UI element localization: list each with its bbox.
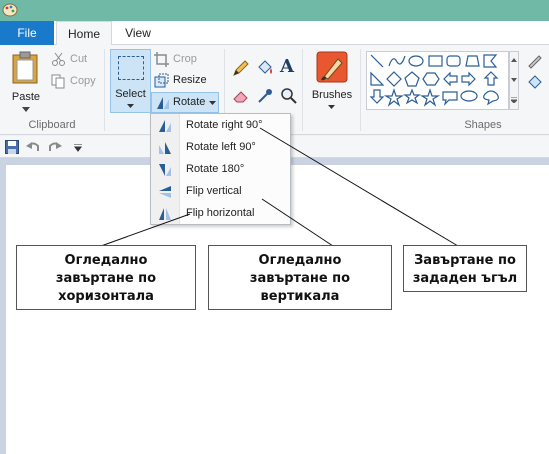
flip-vertical-icon xyxy=(159,186,171,198)
group-divider xyxy=(104,49,105,131)
save-icon[interactable] xyxy=(5,140,19,154)
menu-item-label: Flip horizontal xyxy=(186,207,255,219)
eraser-icon[interactable] xyxy=(232,87,250,105)
shapes-scrollbar[interactable] xyxy=(509,51,519,110)
copy-label: Copy xyxy=(70,75,96,87)
brushes-button[interactable]: Brushes xyxy=(308,49,356,113)
clipboard-group-label: Clipboard xyxy=(28,119,76,131)
flip-horizontal-icon xyxy=(159,208,171,220)
menu-item-rotate-left[interactable]: Rotate left 90° xyxy=(151,137,290,159)
select-label: Select xyxy=(115,88,146,100)
color-picker-icon[interactable] xyxy=(256,87,274,105)
tab-view[interactable]: View xyxy=(114,21,162,46)
rotate-180-icon xyxy=(159,164,171,176)
callout-rotate-angle: Завъртане по зададен ъгъл xyxy=(403,245,527,292)
chevron-up-icon xyxy=(511,58,517,62)
customize-toolbar-icon[interactable] xyxy=(74,144,82,152)
group-divider xyxy=(360,49,361,131)
menu-item-flip-horizontal[interactable]: Flip horizontal xyxy=(151,203,290,225)
menu-item-label: Rotate left 90° xyxy=(186,141,256,153)
rotate-icon xyxy=(157,97,169,109)
resize-label: Resize xyxy=(173,74,207,86)
clipboard-icon xyxy=(12,51,38,84)
brushes-label: Brushes xyxy=(311,89,353,101)
paste-button[interactable]: Paste xyxy=(6,49,46,115)
fill-bucket-icon[interactable] xyxy=(256,59,274,77)
menu-item-label: Rotate right 90° xyxy=(186,119,263,131)
rotate-button[interactable]: Rotate xyxy=(151,92,219,113)
callout-flip-horizontal: Огледално завъртане по хоризонтала xyxy=(16,245,196,310)
selection-rect-icon xyxy=(118,56,144,80)
title-bar xyxy=(0,0,549,21)
crop-label: Crop xyxy=(173,53,197,65)
redo-icon[interactable] xyxy=(48,140,62,154)
tab-home[interactable]: Home xyxy=(56,21,112,46)
copy-icon xyxy=(51,74,65,89)
magnifier-icon[interactable] xyxy=(280,87,298,105)
menu-item-label: Flip vertical xyxy=(186,185,242,197)
paint-app-icon xyxy=(2,3,18,17)
cut-button[interactable]: Cut xyxy=(50,49,102,69)
brush-icon xyxy=(316,51,348,83)
menu-item-label: Rotate 180° xyxy=(186,163,245,175)
chevron-down-icon xyxy=(511,78,517,82)
text-tool-icon[interactable]: A xyxy=(280,56,294,77)
menu-item-rotate-180[interactable]: Rotate 180° xyxy=(151,159,290,181)
more-icon xyxy=(511,97,517,103)
resize-button[interactable]: Resize xyxy=(153,70,213,90)
chevron-down-icon xyxy=(328,105,335,109)
group-divider xyxy=(302,49,303,131)
shapes-gallery[interactable] xyxy=(366,51,509,110)
menu-item-flip-vertical[interactable]: Flip vertical xyxy=(151,181,290,203)
menu-item-rotate-right[interactable]: Rotate right 90° xyxy=(151,115,290,137)
rotate-left-icon xyxy=(159,142,171,154)
callout-flip-vertical: Огледално завъртане по вертикала xyxy=(208,245,392,310)
resize-icon xyxy=(154,73,169,88)
rotate-right-icon xyxy=(159,120,171,132)
tab-file[interactable]: File xyxy=(0,21,54,45)
scissors-icon xyxy=(52,52,65,66)
crop-button[interactable]: Crop xyxy=(153,49,213,69)
shape-fill-icon[interactable] xyxy=(526,73,544,91)
chevron-down-icon xyxy=(127,104,134,108)
chevron-down-icon xyxy=(22,107,30,112)
paste-label: Paste xyxy=(11,91,41,103)
select-button[interactable]: Select xyxy=(110,49,151,113)
rotate-label: Rotate xyxy=(173,96,206,108)
copy-button[interactable]: Copy xyxy=(50,71,102,91)
undo-icon[interactable] xyxy=(26,140,40,154)
rotate-menu: Rotate right 90° Rotate left 90° Rotate … xyxy=(150,113,291,225)
pencil-icon[interactable] xyxy=(232,59,250,77)
shapes-grid-icon xyxy=(369,54,499,107)
chevron-down-icon xyxy=(209,101,216,105)
shapes-group-label: Shapes xyxy=(464,119,502,131)
ribbon-tabs: File Home View xyxy=(0,21,549,46)
outline-icon[interactable] xyxy=(526,51,544,69)
cut-label: Cut xyxy=(70,53,88,65)
crop-icon xyxy=(154,52,169,67)
